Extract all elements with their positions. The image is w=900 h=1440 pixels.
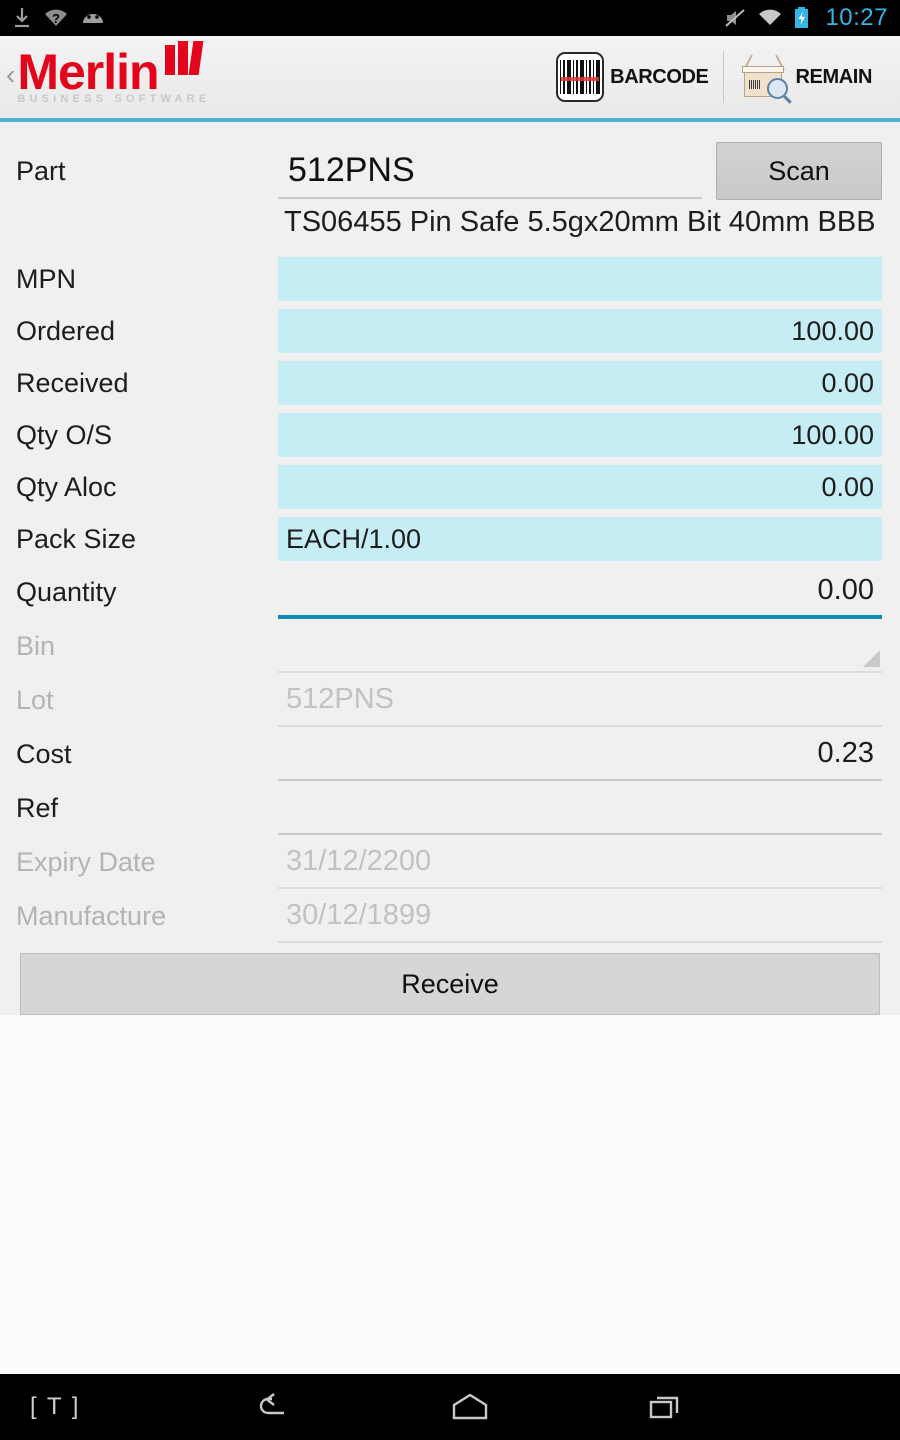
receive-button[interactable]: Receive: [20, 953, 880, 1015]
remain-action-label: REMAIN: [795, 65, 873, 88]
cost-input[interactable]: 0.23: [278, 727, 882, 781]
submit-area: Receive: [0, 943, 900, 1015]
download-icon: [12, 7, 32, 29]
bin-dropdown[interactable]: [278, 619, 882, 673]
svg-text:?: ?: [52, 11, 60, 26]
ref-row: Ref: [0, 781, 900, 835]
quantity-row: Quantity 0.00: [0, 565, 900, 619]
cost-label: Cost: [16, 738, 72, 769]
qty-aloc-value: 0.00: [278, 465, 882, 509]
battery-charging-icon: [794, 7, 809, 29]
ref-label: Ref: [16, 792, 59, 823]
scan-button[interactable]: Scan: [716, 142, 882, 200]
qty-os-value: 100.00: [278, 413, 882, 457]
lot-input[interactable]: 512PNS: [278, 673, 882, 727]
pack-size-row: Pack Size EACH/1.00: [0, 513, 900, 565]
brand-logo: Merlin BUSINESS SOFTWARE: [17, 41, 211, 105]
receive-form: Part 512PNS Scan TS06455 Pin Safe 5.5gx2…: [0, 122, 900, 1275]
expiry-date-label: Expiry Date: [16, 846, 156, 877]
status-bar-right-icons: 10:27: [724, 4, 888, 32]
part-description: TS06455 Pin Safe 5.5gx20mm Bit 40mm BBB: [284, 206, 876, 238]
part-label: Part: [16, 155, 66, 186]
mpn-label: MPN: [16, 263, 76, 294]
mute-icon: [724, 8, 746, 28]
qty-os-row: Qty O/S 100.00: [0, 409, 900, 461]
expiry-date-input[interactable]: 31/12/2200: [278, 835, 882, 889]
android-head-icon: [80, 9, 106, 27]
part-description-row: TS06455 Pin Safe 5.5gx20mm Bit 40mm BBB: [0, 206, 900, 239]
lot-field: 512PNS: [278, 673, 882, 727]
quantity-input[interactable]: 0.00: [278, 565, 882, 619]
recents-icon[interactable]: [638, 1385, 694, 1429]
expiry-date-field: 31/12/2200: [278, 835, 882, 889]
ref-input[interactable]: [278, 781, 882, 835]
manufacture-field: 30/12/1899: [278, 889, 882, 943]
home-icon[interactable]: [442, 1385, 498, 1429]
qty-aloc-row: Qty Aloc 0.00: [0, 461, 900, 513]
quantity-field: 0.00: [278, 565, 882, 619]
qty-aloc-label: Qty Aloc: [16, 471, 117, 502]
back-icon[interactable]: [246, 1385, 302, 1429]
remain-action-button[interactable]: REMAIN: [724, 49, 887, 105]
cost-field: 0.23: [278, 727, 882, 781]
status-bar-left-icons: ?: [12, 7, 106, 29]
merlin-mark-icon: [164, 39, 204, 76]
ordered-row: Ordered 100.00: [0, 305, 900, 357]
pack-size-value: EACH/1.00: [278, 517, 882, 561]
manufacture-row: Manufacture 30/12/1899: [0, 889, 900, 943]
app-header: ‹ Merlin BUSINESS SOFTWARE BARCODE REMAI…: [0, 36, 900, 118]
status-bar: ? 10:27: [0, 0, 900, 36]
quantity-label: Quantity: [16, 576, 117, 607]
barcode-action-button[interactable]: BARCODE: [542, 49, 722, 105]
brand-row: Merlin: [17, 41, 210, 101]
cost-row: Cost 0.23: [0, 727, 900, 781]
part-input[interactable]: 512PNS: [278, 143, 702, 199]
bin-field: [278, 619, 882, 673]
lot-label: Lot: [16, 684, 54, 715]
bin-row: Bin: [0, 619, 900, 673]
pack-size-label: Pack Size: [16, 523, 137, 554]
pack-size-field: EACH/1.00: [278, 517, 882, 561]
ref-field: [278, 781, 882, 835]
brand-tagline: BUSINESS SOFTWARE: [17, 92, 211, 105]
qty-os-label: Qty O/S: [16, 419, 113, 450]
wifi-unknown-icon: ?: [44, 8, 68, 28]
qty-aloc-field: 0.00: [278, 465, 882, 509]
part-field: 512PNS Scan: [278, 142, 882, 200]
qty-os-field: 100.00: [278, 413, 882, 457]
wifi-icon: [758, 9, 782, 27]
barcode-icon: [556, 52, 605, 102]
received-field: 0.00: [278, 361, 882, 405]
ordered-value: 100.00: [278, 309, 882, 353]
ordered-label: Ordered: [16, 315, 116, 346]
lot-row: Lot 512PNS: [0, 673, 900, 727]
back-chevron-icon[interactable]: ‹: [6, 60, 15, 105]
received-label: Received: [16, 367, 129, 398]
app-screen: ? 10:27 ‹ Merlin BUSINESS SOFTWARE BARCO…: [0, 0, 900, 1440]
received-value: 0.00: [278, 361, 882, 405]
nav-buttons: [0, 1385, 900, 1429]
mpn-row: MPN: [0, 253, 900, 305]
ime-switcher-icon[interactable]: [ T ]: [30, 1393, 80, 1421]
header-actions: BARCODE REMAIN: [542, 46, 886, 108]
manufacture-input[interactable]: 30/12/1899: [278, 889, 882, 943]
mpn-field: [278, 257, 882, 301]
manufacture-label: Manufacture: [16, 900, 167, 931]
box-search-icon: [738, 53, 790, 101]
status-clock: 10:27: [825, 4, 888, 31]
bin-label: Bin: [16, 630, 56, 661]
system-navigation-bar: [ T ]: [0, 1374, 900, 1440]
part-row: Part 512PNS Scan: [0, 136, 900, 206]
content-filler: [0, 1015, 900, 1275]
ordered-field: 100.00: [278, 309, 882, 353]
mpn-value: [278, 257, 882, 301]
brand-name: Merlin: [17, 44, 159, 101]
received-row: Received 0.00: [0, 357, 900, 409]
brand-area[interactable]: ‹ Merlin BUSINESS SOFTWARE: [6, 41, 211, 105]
chevron-down-icon: [863, 650, 880, 667]
expiry-date-row: Expiry Date 31/12/2200: [0, 835, 900, 889]
barcode-action-label: BARCODE: [610, 65, 709, 88]
